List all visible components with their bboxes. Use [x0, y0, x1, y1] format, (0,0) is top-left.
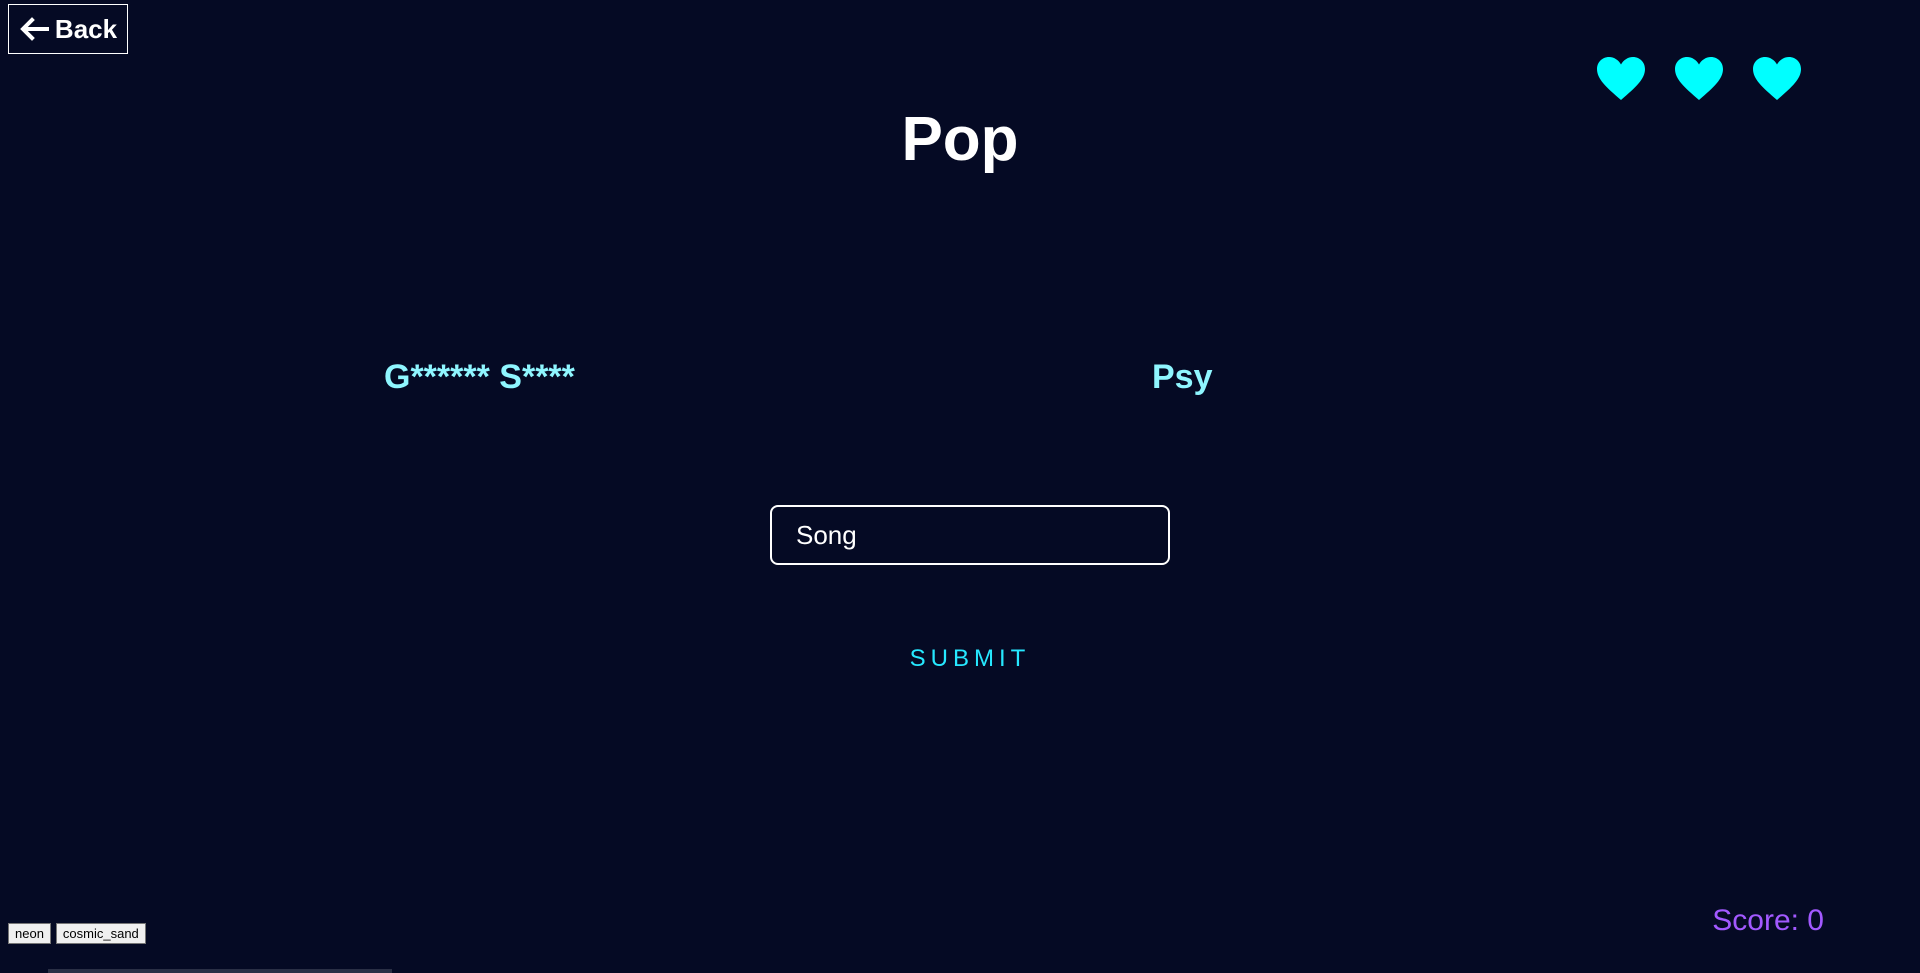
song-hint: G****** S**** [384, 358, 575, 396]
category-title: Pop [901, 105, 1019, 174]
game-screen: Back Pop G****** S**** Psy SUBMIT neon c… [0, 0, 1920, 973]
score-display: Score: 0 [1712, 904, 1824, 937]
artist-hint: Psy [1152, 358, 1213, 396]
back-button[interactable]: Back [8, 4, 128, 54]
song-guess-input[interactable] [770, 505, 1170, 565]
theme-switcher: neon cosmic_sand [8, 923, 146, 944]
submit-button[interactable]: SUBMIT [850, 638, 1090, 680]
theme-button-cosmic-sand[interactable]: cosmic_sand [55, 923, 146, 944]
arrow-left-icon [20, 17, 49, 41]
horizontal-scrollbar[interactable] [48, 969, 392, 973]
back-button-label: Back [54, 13, 118, 44]
heart-icon [1675, 57, 1723, 100]
lives-indicator [1596, 56, 1802, 102]
theme-button-neon[interactable]: neon [8, 923, 51, 944]
heart-icon [1753, 57, 1801, 100]
heart-icon [1597, 57, 1645, 100]
